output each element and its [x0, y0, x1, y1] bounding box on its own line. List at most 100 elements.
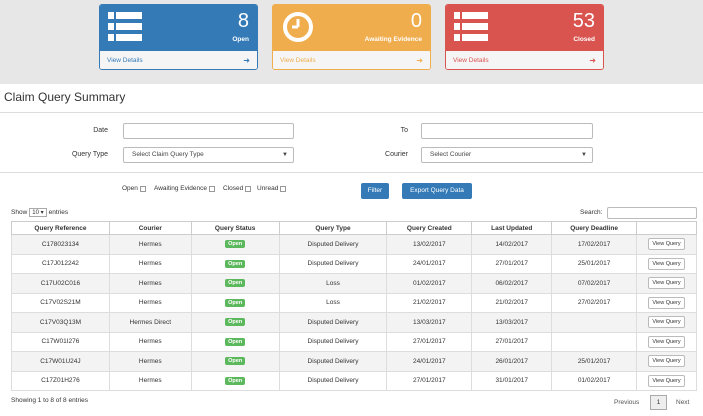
- query-reference-cell: C17U02C016: [11, 273, 110, 294]
- column-header[interactable]: Courier: [108, 221, 192, 235]
- column-header: [636, 221, 697, 235]
- query-reference-cell: C17V03Q13M: [11, 312, 110, 333]
- query-type-select[interactable]: Select Claim Query Type ▼: [123, 147, 294, 163]
- table-row: C17V03Q13M Hermes Direct Open Disputed Deli…: [11, 312, 697, 333]
- action-cell: View Query: [636, 292, 697, 313]
- page-1-button[interactable]: 1: [650, 395, 667, 410]
- list-icon: [454, 12, 488, 41]
- table-info: Showing 1 to 8 of 8 entries: [11, 397, 88, 404]
- query-type-cell: Disputed Delivery: [278, 370, 388, 391]
- last-updated-cell: 14/02/2017: [471, 234, 553, 255]
- filter-button[interactable]: Filter: [361, 183, 389, 199]
- view-query-button[interactable]: View Query: [648, 296, 685, 309]
- query-deadline-cell: [551, 331, 638, 352]
- view-query-button[interactable]: View Query: [648, 355, 685, 368]
- view-query-button[interactable]: View Query: [648, 316, 685, 329]
- view-details-label: View Details: [107, 57, 143, 64]
- card-header: 53 Closed: [446, 5, 603, 51]
- status-cell: Open: [190, 351, 280, 372]
- courier-cell: Hermes: [108, 292, 192, 313]
- column-header[interactable]: Last Updated: [471, 221, 553, 235]
- query-created-cell: 27/01/2017: [386, 370, 473, 391]
- courier-cell: Hermes: [108, 331, 192, 352]
- awaiting-count: 0: [410, 10, 422, 32]
- query-created-cell: 24/01/2017: [386, 253, 473, 274]
- open-checkbox[interactable]: [139, 185, 146, 192]
- awaiting-label: Awaiting Evidence: [364, 36, 422, 43]
- status-badge: Open: [225, 259, 246, 268]
- query-type-cell: Disputed Delivery: [278, 253, 388, 274]
- status-cell: Open: [190, 273, 280, 294]
- closed-checkbox-label: Closed: [223, 185, 244, 192]
- column-header[interactable]: Query Status: [190, 221, 280, 235]
- previous-page-button[interactable]: Previous: [614, 399, 639, 406]
- search-label: Search:: [580, 209, 603, 216]
- awaiting-view-details-link[interactable]: View Details ➜: [273, 51, 430, 69]
- view-query-button[interactable]: View Query: [648, 277, 685, 290]
- closed-count: 53: [572, 10, 595, 32]
- search-input[interactable]: [607, 207, 697, 219]
- action-cell: View Query: [636, 253, 697, 274]
- query-reference-cell: C17Z01H276: [11, 370, 110, 391]
- closed-checkbox[interactable]: [245, 185, 252, 192]
- entries-label: entries: [48, 209, 69, 216]
- table-row: C17U02C016 Hermes Open Loss 01/02/2017 06/02/…: [11, 273, 697, 294]
- column-header[interactable]: Query Type: [278, 221, 388, 235]
- open-view-details-link[interactable]: View Details ➜: [100, 51, 257, 69]
- awaiting-checkbox-group[interactable]: Awaiting Evidence: [154, 185, 215, 192]
- awaiting-evidence-summary-card: 0 Awaiting Evidence View Details ➜: [272, 4, 431, 70]
- status-cell: Open: [190, 253, 280, 274]
- closed-summary-card: 53 Closed View Details ➜: [445, 4, 604, 70]
- closed-checkbox-group[interactable]: Closed: [223, 185, 252, 192]
- arrow-right-icon: ➜: [589, 56, 596, 65]
- view-query-button[interactable]: View Query: [648, 257, 685, 270]
- column-header[interactable]: Query Created: [386, 221, 473, 235]
- query-type-cell: Disputed Delivery: [278, 234, 388, 255]
- query-type-cell: Loss: [278, 292, 388, 313]
- awaiting-checkbox[interactable]: [209, 185, 215, 192]
- query-type-cell: Disputed Delivery: [278, 331, 388, 352]
- clock-icon: [283, 12, 313, 42]
- unread-checkbox-label: Unread: [257, 185, 279, 192]
- courier-cell: Hermes: [108, 370, 192, 391]
- next-page-button[interactable]: Next: [676, 399, 689, 406]
- column-header[interactable]: Query Deadline: [551, 221, 638, 235]
- column-header[interactable]: Query Reference: [11, 221, 110, 235]
- open-checkbox-group[interactable]: Open: [122, 185, 146, 192]
- courier-cell: Hermes: [108, 273, 192, 294]
- courier-select[interactable]: Select Courier ▼: [421, 147, 593, 163]
- last-updated-cell: 26/01/2017: [471, 351, 553, 372]
- page-size-select[interactable]: 10 ▾: [29, 208, 47, 217]
- view-query-button[interactable]: View Query: [648, 238, 685, 251]
- table-row: C178023134 Hermes Open Disputed Delivery 13/…: [11, 234, 697, 255]
- query-table: Query Reference Courier Query Status Que…: [11, 221, 697, 391]
- action-cell: View Query: [636, 370, 697, 391]
- courier-label: Courier: [385, 151, 408, 158]
- courier-value: Select Courier: [430, 151, 472, 158]
- table-header-row: Query Reference Courier Query Status Que…: [11, 221, 697, 235]
- query-reference-cell: C17J012242: [11, 253, 110, 274]
- status-badge: Open: [225, 298, 246, 307]
- status-badge: Open: [225, 376, 246, 385]
- closed-view-details-link[interactable]: View Details ➜: [446, 51, 603, 69]
- view-query-button[interactable]: View Query: [648, 335, 685, 348]
- query-type-cell: Disputed Delivery: [278, 351, 388, 372]
- arrow-right-icon: ➜: [416, 56, 423, 65]
- date-to-input[interactable]: [421, 123, 593, 139]
- action-cell: View Query: [636, 234, 697, 255]
- last-updated-cell: 06/02/2017: [471, 273, 553, 294]
- status-badge: Open: [225, 240, 246, 249]
- status-badge: Open: [225, 337, 246, 346]
- date-from-input[interactable]: [123, 123, 294, 139]
- status-badge: Open: [225, 357, 246, 366]
- query-created-cell: 27/01/2017: [386, 331, 473, 352]
- divider: [0, 112, 703, 113]
- status-cell: Open: [190, 234, 280, 255]
- page-title: Claim Query Summary: [4, 90, 126, 104]
- query-deadline-cell: 25/01/2017: [551, 253, 638, 274]
- unread-checkbox[interactable]: [280, 185, 287, 192]
- card-header: 8 Open: [100, 5, 257, 51]
- export-query-data-button[interactable]: Export Query Data: [402, 183, 472, 199]
- unread-checkbox-group[interactable]: Unread: [257, 185, 287, 192]
- view-query-button[interactable]: View Query: [648, 374, 685, 387]
